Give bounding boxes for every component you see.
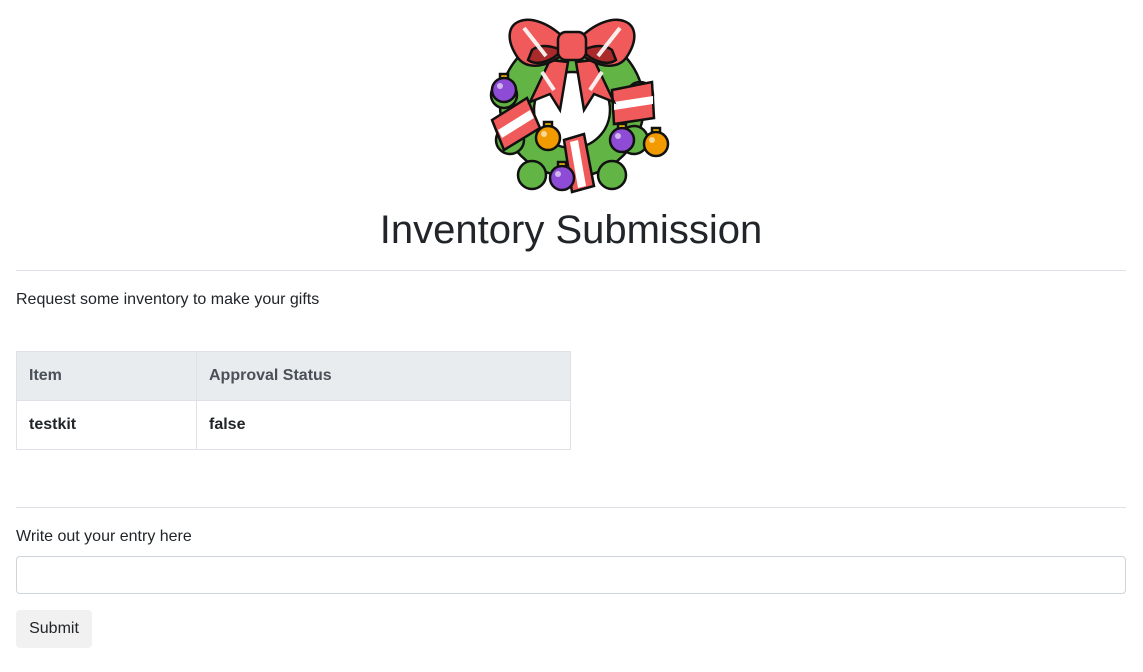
cell-approval-status: false xyxy=(196,400,571,450)
table-header-row: Item Approval Status xyxy=(16,351,571,401)
intro-text: Request some inventory to make your gift… xyxy=(16,291,320,308)
entry-input[interactable] xyxy=(16,556,1126,594)
inventory-table: Item Approval Status testkit false xyxy=(16,351,571,450)
page-title: Inventory Submission xyxy=(379,208,763,252)
entry-label: Write out your entry here xyxy=(16,528,192,545)
column-header-approval-status: Approval Status xyxy=(196,351,571,401)
table-row: testkit false xyxy=(16,400,571,450)
divider xyxy=(16,507,1126,508)
cell-item: testkit xyxy=(16,400,197,450)
divider xyxy=(16,270,1126,271)
column-header-item: Item xyxy=(16,351,197,401)
submit-button[interactable]: Submit xyxy=(16,610,92,648)
christmas-wreath-icon xyxy=(472,10,672,200)
